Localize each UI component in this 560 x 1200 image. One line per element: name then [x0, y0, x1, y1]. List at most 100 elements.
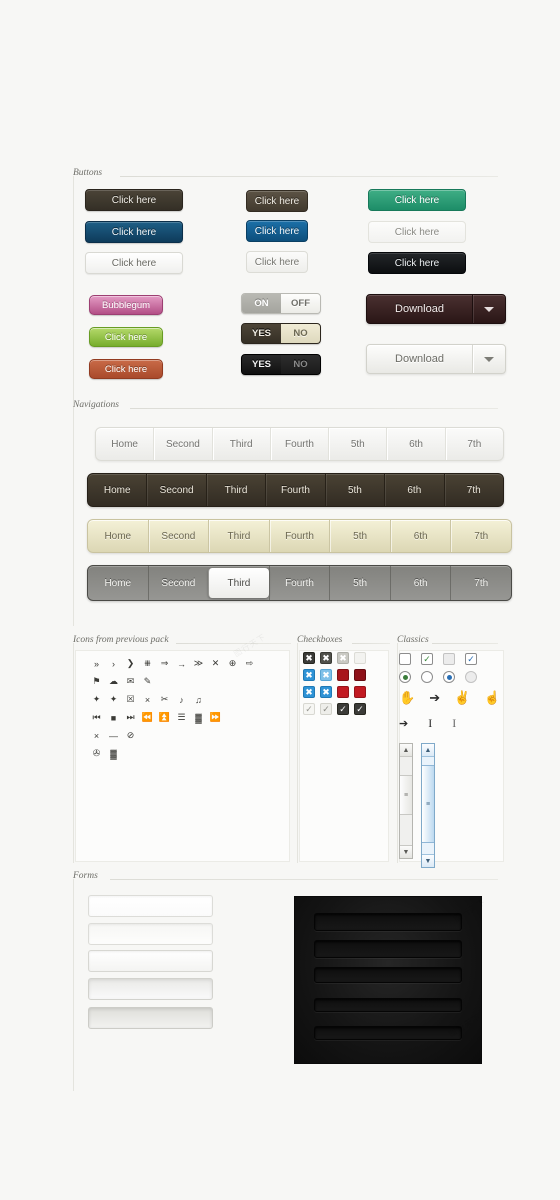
classic-checkbox-row[interactable]: ✓ ✓ [399, 653, 477, 665]
checkbox[interactable] [354, 652, 366, 664]
classic-radio-selected[interactable] [399, 671, 411, 683]
form-input-1[interactable] [88, 895, 213, 917]
scroll-thumb[interactable]: ≡ [422, 765, 434, 843]
checkbox[interactable]: ✖ [303, 686, 315, 698]
classic-radio-unselected[interactable] [421, 671, 433, 683]
nav-item-home[interactable]: Home [88, 520, 148, 552]
checkbox[interactable] [337, 686, 349, 698]
download-label-light[interactable]: Download [367, 345, 472, 373]
toggle-yes-label[interactable]: YES [242, 324, 281, 343]
toggle-no-label[interactable]: NO [281, 324, 320, 343]
nav-bar-light[interactable]: Home Second Third Fourth 5th 6th 7th [95, 427, 504, 461]
nav-item-6th[interactable]: 6th [386, 428, 444, 460]
button-bubblegum[interactable]: Bubblegum [89, 295, 163, 315]
toggle-yes-no-dark[interactable]: YES NO [241, 323, 321, 344]
download-button-light[interactable]: Download [366, 344, 506, 374]
scroll-track[interactable]: ≡ [422, 757, 434, 854]
scrollbar-gray[interactable]: ▲ ≡ ▼ [399, 743, 413, 859]
toggle-yes-label-black[interactable]: YES [242, 355, 281, 374]
nav-item-fourth[interactable]: Fourth [268, 566, 330, 600]
nav-item-7th[interactable]: 7th [444, 428, 503, 460]
nav-item-third[interactable]: Third [211, 428, 270, 460]
checkbox[interactable]: ✓ [337, 703, 349, 715]
scroll-down-arrow-icon[interactable]: ▼ [400, 845, 412, 858]
nav-item-5th[interactable]: 5th [329, 566, 390, 600]
scroll-up-arrow-icon[interactable]: ▲ [422, 744, 434, 757]
button-small-white[interactable]: Click here [246, 251, 308, 273]
button-click-here-ghost[interactable]: Click here [368, 221, 466, 243]
download-dropdown-light[interactable] [472, 345, 505, 373]
checkbox[interactable]: ✓ [354, 703, 366, 715]
nav-item-5th[interactable]: 5th [324, 474, 384, 506]
button-click-here-green[interactable]: Click here [368, 189, 466, 211]
nav-bar-cream[interactable]: Home Second Third Fourth 5th 6th 7th [87, 519, 512, 553]
toggle-yes-no-black[interactable]: YES NO [241, 354, 321, 375]
button-click-here-blue[interactable]: Click here [85, 221, 183, 243]
scroll-track[interactable]: ≡ [400, 757, 412, 845]
dark-form-field-3[interactable] [314, 967, 462, 983]
button-small-dark[interactable]: Click here [246, 190, 308, 212]
download-dropdown-dark[interactable] [472, 295, 505, 323]
classic-radio-row[interactable] [399, 671, 477, 683]
toggle-no-label-black[interactable]: NO [281, 355, 320, 374]
download-button-dark[interactable]: Download [366, 294, 506, 324]
checkbox[interactable]: ✖ [320, 652, 332, 664]
nav-item-fourth[interactable]: Fourth [265, 474, 324, 506]
nav-item-7th[interactable]: 7th [450, 566, 511, 600]
button-rust[interactable]: Click here [89, 359, 163, 379]
classic-radio-selected-2[interactable] [443, 671, 455, 683]
nav-item-second[interactable]: Second [146, 474, 205, 506]
toggle-off-label[interactable]: OFF [281, 294, 320, 313]
scrollbar-blue[interactable]: ▲ ≡ ▼ [421, 743, 435, 868]
checkbox[interactable]: ✖ [320, 686, 332, 698]
button-click-here-black[interactable]: Click here [368, 252, 466, 274]
nav-item-5th[interactable]: 5th [329, 520, 390, 552]
nav-item-5th[interactable]: 5th [328, 428, 386, 460]
dark-form-field-1[interactable] [314, 913, 462, 931]
checkbox[interactable]: ✓ [320, 703, 332, 715]
classic-checkbox-checked-blue[interactable]: ✓ [465, 653, 477, 665]
dark-form-field-5[interactable] [314, 1026, 462, 1040]
button-click-here-white[interactable]: Click here [85, 252, 183, 274]
checkbox[interactable]: ✖ [320, 669, 332, 681]
scroll-thumb[interactable]: ≡ [400, 775, 412, 815]
checkbox[interactable]: ✖ [303, 652, 315, 664]
nav-item-7th[interactable]: 7th [443, 474, 503, 506]
form-input-3[interactable] [88, 950, 213, 972]
button-click-here-dark[interactable]: Click here [85, 189, 183, 211]
nav-item-second[interactable]: Second [153, 428, 211, 460]
toggle-on-label[interactable]: ON [242, 294, 281, 313]
dark-form-field-4[interactable] [314, 998, 462, 1012]
nav-item-home[interactable]: Home [88, 566, 148, 600]
form-input-2[interactable] [88, 923, 213, 945]
nav-bar-dark[interactable]: Home Second Third Fourth 5th 6th 7th [87, 473, 504, 507]
nav-item-second[interactable]: Second [147, 566, 209, 600]
classic-checkbox-unchecked[interactable] [399, 653, 411, 665]
nav-item-fourth[interactable]: Fourth [268, 520, 330, 552]
button-small-blue[interactable]: Click here [246, 220, 308, 242]
nav-item-third-active[interactable]: Third [208, 568, 269, 598]
form-input-5[interactable] [88, 1007, 213, 1029]
button-lime[interactable]: Click here [89, 327, 163, 347]
checkbox[interactable] [337, 669, 349, 681]
checkbox[interactable]: ✖ [337, 652, 349, 664]
scroll-up-arrow-icon[interactable]: ▲ [400, 744, 412, 757]
nav-item-third[interactable]: Third [205, 474, 265, 506]
nav-item-6th[interactable]: 6th [384, 474, 443, 506]
download-label-dark[interactable]: Download [367, 295, 472, 323]
toggle-on-off[interactable]: ON OFF [241, 293, 321, 314]
nav-item-6th[interactable]: 6th [389, 520, 451, 552]
form-input-4[interactable] [88, 978, 213, 1000]
checkbox[interactable]: ✓ [303, 703, 315, 715]
nav-item-fourth[interactable]: Fourth [269, 428, 328, 460]
nav-item-home[interactable]: Home [88, 474, 146, 506]
nav-bar-gray[interactable]: Home Second Third Fourth 5th 6th 7th [87, 565, 512, 601]
nav-item-7th[interactable]: 7th [450, 520, 511, 552]
checkbox[interactable] [354, 686, 366, 698]
scroll-down-arrow-icon[interactable]: ▼ [422, 854, 434, 867]
nav-item-6th[interactable]: 6th [389, 566, 451, 600]
nav-item-home[interactable]: Home [96, 428, 153, 460]
checkbox[interactable]: ✖ [303, 669, 315, 681]
classic-checkbox-checked-green[interactable]: ✓ [421, 653, 433, 665]
dark-form-field-2[interactable] [314, 940, 462, 958]
